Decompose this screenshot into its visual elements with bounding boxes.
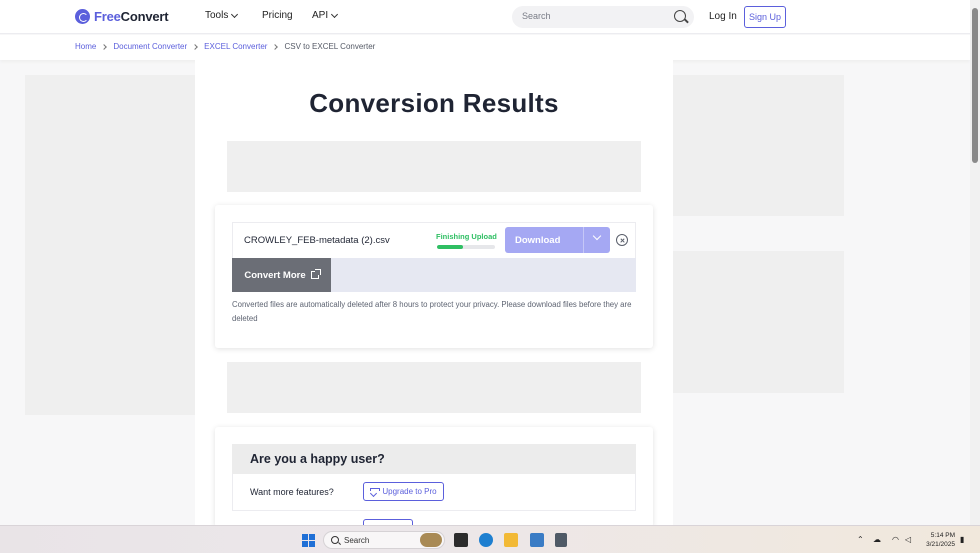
chevron-down-icon <box>592 231 602 241</box>
chevron-down-icon <box>231 10 239 18</box>
conversion-card: CROWLEY_FEB-metadata (2).csv Finishing U… <box>215 205 653 348</box>
chevron-up-icon[interactable]: ⌃ <box>857 535 864 544</box>
widget-icon[interactable] <box>420 533 442 547</box>
page-title: Conversion Results <box>309 88 559 118</box>
feature-row-label: Want more features? <box>250 487 334 497</box>
taskbar-search-label: Search <box>344 536 370 545</box>
download-options-toggle[interactable] <box>583 227 610 253</box>
search-icon <box>331 536 339 544</box>
file-name: CROWLEY_FEB-metadata (2).csv <box>244 235 390 246</box>
chevron-right-icon <box>272 43 279 50</box>
site-header: FreeConvert Tools Pricing API Search Log… <box>0 0 970 34</box>
upload-status: Finishing Upload <box>436 232 497 241</box>
download-button[interactable]: Download <box>505 227 583 253</box>
login-link[interactable]: Log In <box>709 11 737 22</box>
ad-placeholder-right-bottom <box>673 251 844 393</box>
task-view-icon[interactable] <box>454 533 468 547</box>
breadcrumb-current: CSV to EXCEL Converter <box>284 42 376 51</box>
edge-browser-icon[interactable] <box>479 533 493 547</box>
upgrade-to-pro-label: Upgrade to Pro <box>382 487 437 496</box>
breadcrumb-document-converter[interactable]: Document Converter <box>113 42 187 51</box>
upload-progress-fill <box>437 245 464 249</box>
ad-placeholder-top <box>227 141 641 192</box>
scrollbar-thumb[interactable] <box>972 8 978 163</box>
breadcrumb-excel-converter[interactable]: EXCEL Converter <box>204 42 267 51</box>
search-icon[interactable] <box>674 10 686 22</box>
nav-api[interactable]: API <box>312 10 339 21</box>
signup-button[interactable]: Sign Up <box>744 6 786 28</box>
app-icon[interactable] <box>530 533 544 547</box>
chevron-right-icon <box>101 43 108 50</box>
convert-more-button[interactable]: Convert More <box>232 258 331 292</box>
cloud-icon[interactable]: ☁ <box>873 535 881 544</box>
clock-time: 5:14 PM <box>930 532 955 539</box>
nav-pricing[interactable]: Pricing <box>262 10 293 21</box>
upgrade-to-pro-button[interactable]: Upgrade to Pro <box>363 482 444 501</box>
windows-start-icon[interactable] <box>302 534 315 547</box>
freeconvert-logo[interactable]: FreeConvert <box>75 9 169 24</box>
volume-icon[interactable]: ◁ <box>905 535 911 544</box>
search-placeholder: Search <box>522 11 551 21</box>
breadcrumb: Home Document Converter EXCEL Converter … <box>75 42 375 51</box>
logo-text: FreeConvert <box>94 9 169 24</box>
privacy-notice: Converted files are automatically delete… <box>232 300 632 323</box>
taskbar-clock[interactable]: 5:14 PM 3/21/2025 <box>921 531 955 549</box>
convert-more-row: Convert More <box>232 258 636 292</box>
chevron-down-icon <box>331 10 339 18</box>
wifi-icon[interactable]: ◠ <box>892 535 899 544</box>
app-icon-2[interactable] <box>555 533 567 547</box>
file-row: CROWLEY_FEB-metadata (2).csv Finishing U… <box>232 222 636 258</box>
ad-placeholder-left <box>25 75 195 415</box>
notification-icon[interactable]: ▮ <box>960 535 964 544</box>
logo-icon <box>75 9 90 24</box>
feature-row: Want more features? Upgrade to Pro <box>232 474 636 511</box>
happy-user-heading: Are you a happy user? <box>232 444 636 474</box>
remove-file-icon[interactable] <box>616 234 628 246</box>
breadcrumb-home[interactable]: Home <box>75 42 96 51</box>
breadcrumb-bar: Home Document Converter EXCEL Converter … <box>0 35 970 60</box>
ad-placeholder-right-top <box>673 75 844 216</box>
nav-tools[interactable]: Tools <box>205 10 239 21</box>
ad-placeholder-middle <box>227 362 641 413</box>
windows-taskbar: Search ⌃ ☁ ◠ ◁ 5:14 PM 3/21/2025 ▮ <box>0 525 980 553</box>
page-scrollbar[interactable] <box>970 0 980 525</box>
upload-progress-bar <box>437 245 495 249</box>
diamond-icon <box>370 488 381 495</box>
search-input[interactable]: Search <box>512 6 694 28</box>
file-explorer-icon[interactable] <box>504 533 518 547</box>
clock-date: 3/21/2025 <box>926 541 955 548</box>
external-link-icon <box>310 269 321 279</box>
happy-user-card: Are you a happy user? Want more features… <box>215 427 653 527</box>
chevron-right-icon <box>192 43 198 50</box>
convert-more-label: Convert More <box>244 269 306 281</box>
